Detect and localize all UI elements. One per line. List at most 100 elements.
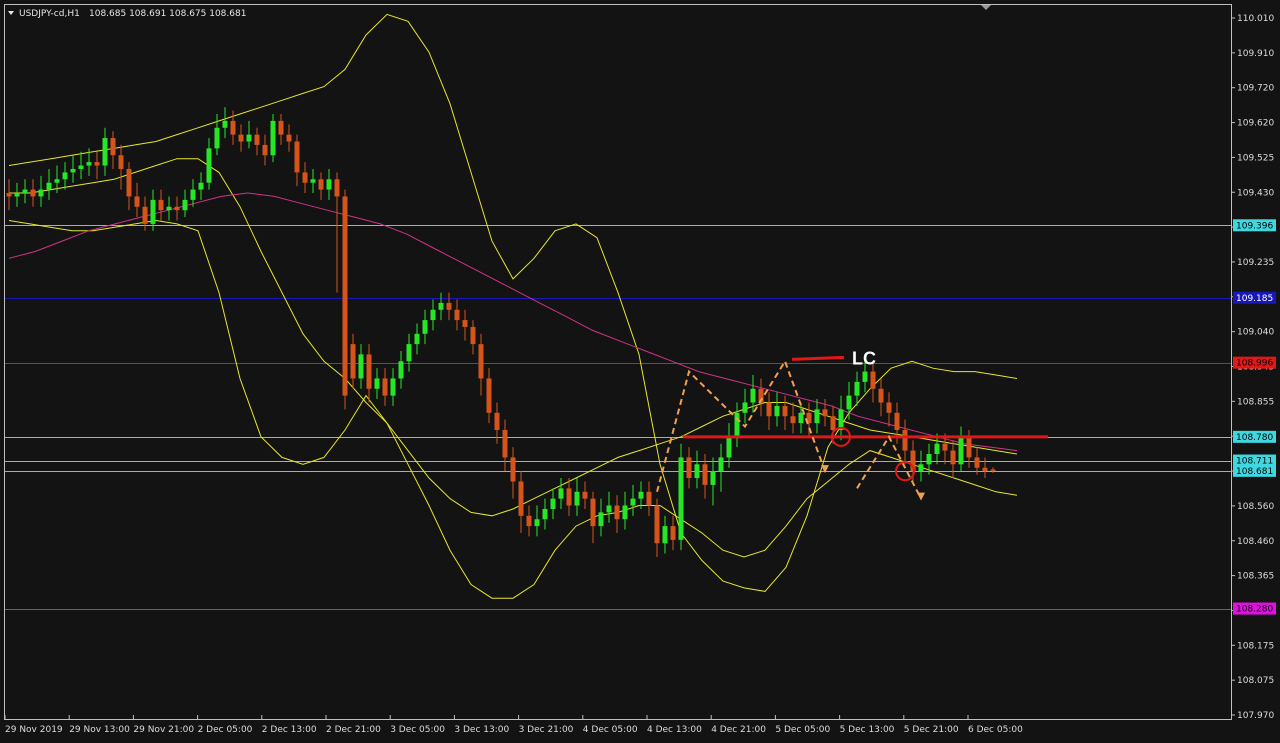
candle-body [342, 196, 348, 396]
time-tick-label: 5 Dec 13:00 [840, 725, 895, 735]
candle-body [502, 429, 508, 458]
candle-body [270, 120, 276, 156]
candle-body [878, 388, 884, 403]
candle-body [302, 172, 308, 183]
price-tick-label: 109.040 [1237, 328, 1274, 338]
price-tick-label: 108.560 [1237, 502, 1274, 512]
candle-body [902, 429, 908, 451]
candle-body [78, 165, 84, 169]
candle-body [182, 199, 188, 211]
candle-body [782, 405, 788, 417]
candle-body [494, 412, 500, 430]
candle-body [486, 378, 492, 413]
candle-body [246, 134, 252, 142]
candle-body [662, 526, 668, 544]
candle-body [430, 309, 436, 321]
time-tick-label: 29 Nov 2019 [5, 725, 63, 735]
candle-body [414, 333, 420, 345]
candle-body [774, 405, 780, 417]
time-tick-label: 4 Dec 21:00 [711, 725, 766, 735]
candle-body [254, 134, 260, 145]
lc-line [791, 355, 845, 361]
candle-body [134, 196, 140, 207]
candle-body [686, 457, 692, 479]
candle-body [294, 141, 300, 173]
chart-header: USDJPY-cd,H1 108.685 108.691 108.675 108… [8, 9, 246, 19]
time-tick-label: 5 Dec 21:00 [904, 725, 959, 735]
candle-body [334, 179, 340, 197]
candle-body [918, 464, 924, 472]
candle-body [214, 127, 220, 149]
candle-body [670, 526, 676, 540]
candle-body [382, 378, 388, 396]
candle-body [278, 120, 284, 135]
candle-body [358, 354, 364, 379]
candle-body [390, 378, 396, 396]
candle-body [630, 498, 636, 506]
price-tick-label: 108.175 [1237, 641, 1274, 651]
candle-body [102, 138, 108, 166]
candle-body [990, 469, 996, 471]
candle-body [38, 189, 44, 197]
candle-body [622, 505, 628, 520]
candle-body [478, 344, 484, 379]
candle-body [86, 162, 92, 166]
time-tick-label: 3 Dec 05:00 [390, 725, 445, 735]
candle-body [614, 505, 620, 520]
ohlc-readout: 108.685 108.691 108.675 108.681 [89, 9, 246, 19]
candle-body [462, 320, 468, 327]
price-tick-label: 109.620 [1237, 119, 1274, 129]
candle-body [454, 309, 460, 321]
candle-body [886, 402, 892, 413]
candle-body [398, 361, 404, 379]
candle-body [206, 148, 212, 183]
candle-body [678, 457, 684, 540]
candle-body [118, 155, 124, 169]
price-label-2: 108.996 [1236, 359, 1273, 369]
candle-body [22, 189, 28, 194]
candle-body [870, 371, 876, 389]
candle-body [374, 378, 380, 389]
candle-body [510, 457, 516, 482]
price-label-3: 108.780 [1236, 433, 1273, 443]
candle-body [222, 120, 228, 128]
price-tick-label: 108.855 [1237, 397, 1274, 407]
candle-body [950, 450, 956, 465]
candle-body [742, 402, 748, 413]
candle-body [422, 320, 428, 334]
candle-body [606, 505, 612, 513]
price-tick-label: 109.235 [1237, 258, 1274, 268]
candle-body [638, 491, 644, 499]
candle-body [326, 179, 332, 190]
candle-body [70, 168, 76, 173]
candle-body [942, 443, 948, 451]
candle-body [590, 498, 596, 527]
candle-body [526, 515, 532, 527]
price-chart[interactable]: LC 110.010 109.910 109.720 109.620 109.525 10… [0, 0, 1280, 743]
candle-body [726, 436, 732, 458]
candle-body [822, 409, 828, 417]
candle-body [62, 172, 68, 180]
candle-body [158, 199, 164, 211]
candle-body [766, 402, 772, 417]
candle-body [550, 498, 556, 509]
candle-body [230, 120, 236, 135]
candle-body [366, 354, 372, 389]
candle-body [406, 344, 412, 362]
symbol-label: USDJPY-cd,H1 [19, 9, 80, 19]
candle-body [846, 395, 852, 410]
time-tick-label: 3 Dec 13:00 [454, 725, 509, 735]
price-tick-label: 109.525 [1237, 153, 1274, 163]
time-tick-label: 2 Dec 05:00 [198, 725, 253, 735]
candle-body [470, 326, 476, 345]
candle-body [446, 302, 452, 310]
candle-body [718, 457, 724, 472]
price-tick-label: 108.075 [1237, 676, 1274, 686]
candle-body [166, 206, 172, 211]
candle-body [350, 344, 356, 379]
candle-body [438, 302, 444, 310]
candle-body [790, 416, 796, 424]
candle-body [798, 412, 804, 424]
candle-body [702, 464, 708, 485]
candle-body [518, 481, 524, 516]
